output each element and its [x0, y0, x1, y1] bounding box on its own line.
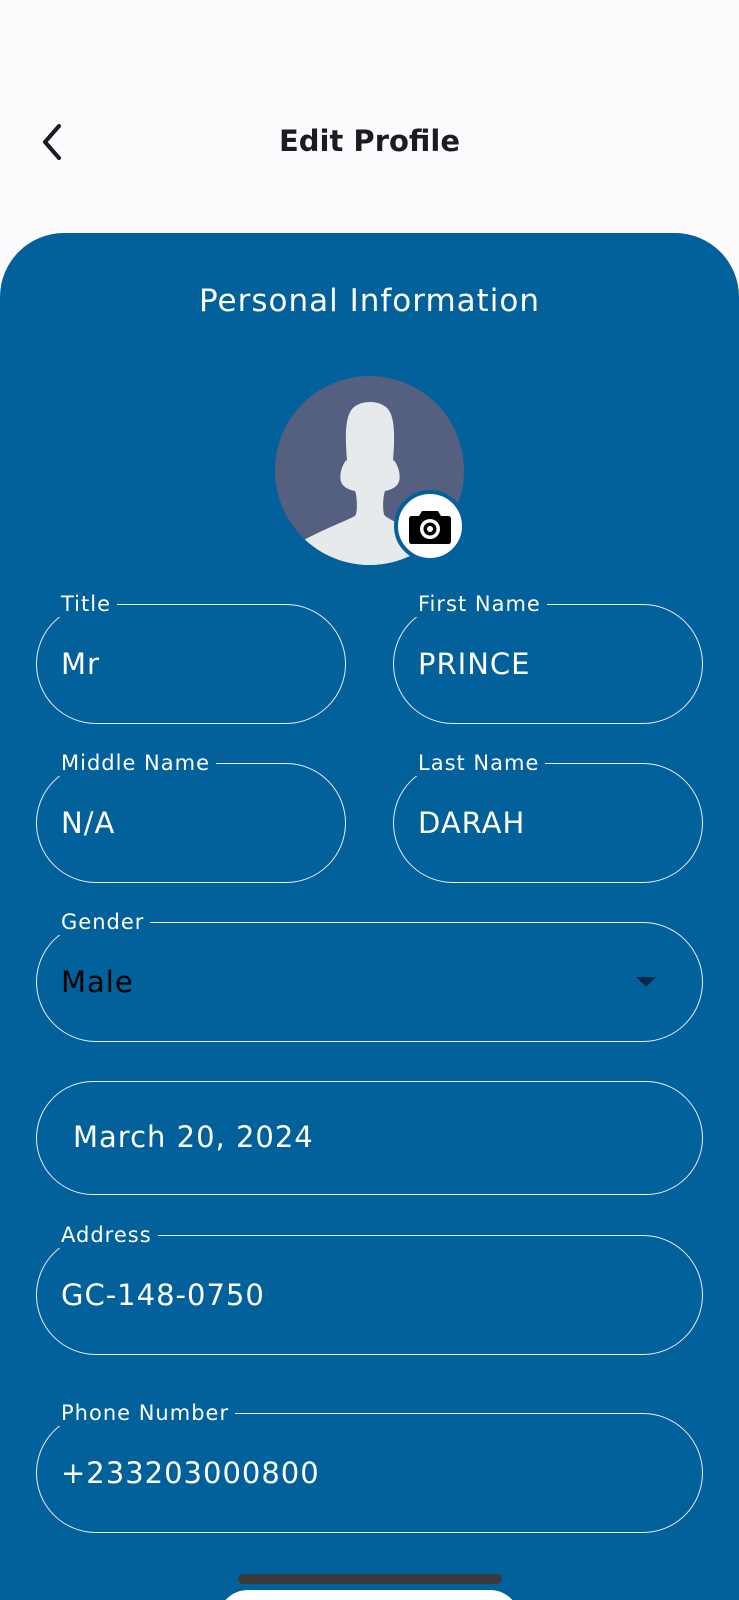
- middle-name-field[interactable]: Middle Name N/A: [36, 750, 346, 883]
- date-of-birth-value[interactable]: March 20, 2024: [73, 1118, 638, 1156]
- gender-select[interactable]: Gender Male: [36, 909, 703, 1042]
- title-value[interactable]: Mr: [61, 645, 323, 683]
- save-button[interactable]: [218, 1590, 520, 1600]
- address-field[interactable]: Address GC-148-0750: [36, 1222, 703, 1355]
- personal-info-card: Personal Information Title Mr First Name…: [0, 233, 739, 1600]
- app-header: Edit Profile: [0, 90, 739, 200]
- address-value[interactable]: GC-148-0750: [61, 1276, 626, 1314]
- section-title: Personal Information: [198, 283, 541, 319]
- last-name-label: Last Name: [412, 750, 546, 776]
- camera-icon: [409, 511, 451, 544]
- first-name-value[interactable]: PRINCE: [418, 645, 680, 683]
- phone-number-value[interactable]: +233203000800: [61, 1454, 626, 1492]
- title-label: Title: [55, 591, 118, 617]
- phone-number-label: Phone Number: [55, 1400, 236, 1426]
- home-indicator[interactable]: [238, 1574, 502, 1584]
- gender-label: Gender: [55, 909, 151, 935]
- first-name-label: First Name: [412, 591, 547, 617]
- middle-name-value[interactable]: N/A: [61, 804, 323, 842]
- middle-name-label: Middle Name: [55, 750, 216, 776]
- page-title: Edit Profile: [278, 124, 461, 158]
- last-name-value[interactable]: DARAH: [418, 804, 680, 842]
- gender-value[interactable]: Male: [61, 963, 626, 1001]
- last-name-field[interactable]: Last Name DARAH: [393, 750, 703, 883]
- edit-profile-screen: Edit Profile Personal Information Title …: [0, 0, 739, 1600]
- date-of-birth-field[interactable]: March 20, 2024: [36, 1081, 703, 1195]
- dropdown-arrow-icon[interactable]: [636, 977, 656, 987]
- first-name-field[interactable]: First Name PRINCE: [393, 591, 703, 724]
- address-label: Address: [55, 1222, 158, 1248]
- title-field[interactable]: Title Mr: [36, 591, 346, 724]
- change-photo-button[interactable]: [394, 490, 466, 562]
- phone-number-field[interactable]: Phone Number +233203000800: [36, 1400, 703, 1533]
